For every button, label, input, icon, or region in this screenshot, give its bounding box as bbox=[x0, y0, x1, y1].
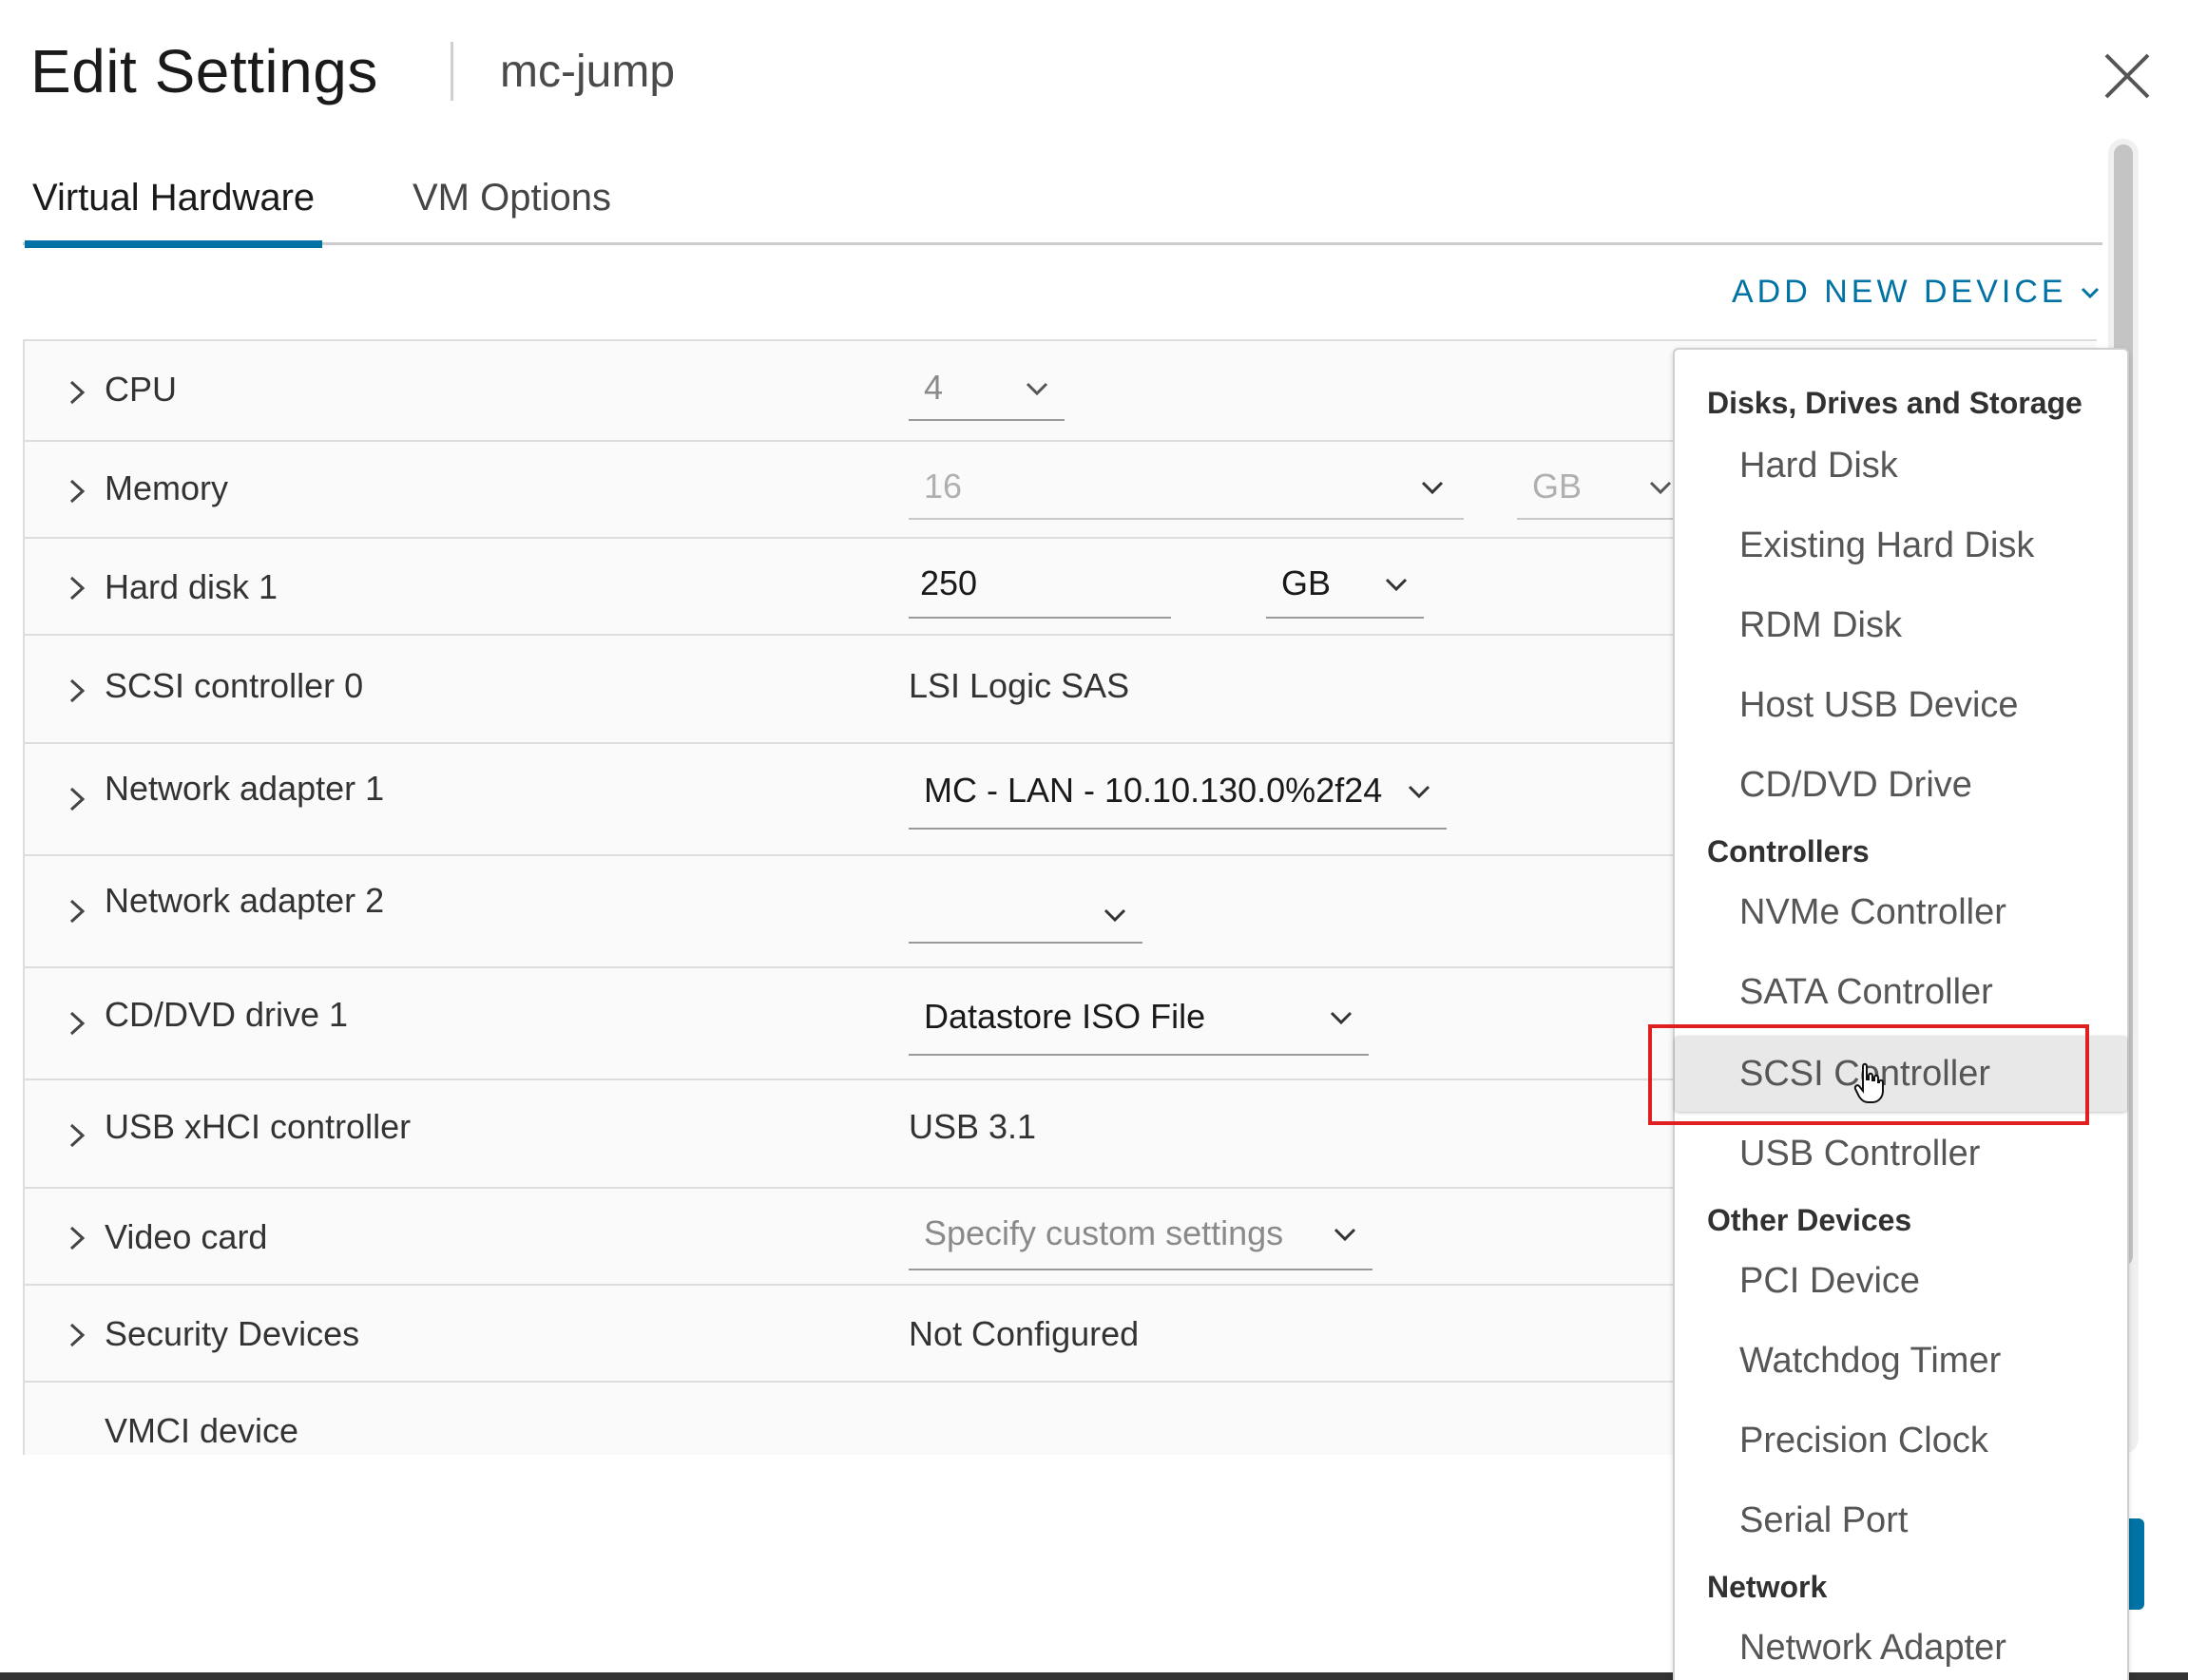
chevron-down-icon bbox=[1408, 785, 1430, 799]
video-card-label: Video card bbox=[105, 1217, 268, 1256]
security-devices-label: Security Devices bbox=[105, 1314, 360, 1353]
scsi-controller-label: SCSI controller 0 bbox=[105, 666, 364, 705]
chevron-right-icon[interactable] bbox=[67, 1225, 87, 1251]
cd-dvd-drive-label: CD/DVD drive 1 bbox=[105, 995, 349, 1034]
add-new-device-label: ADD NEW DEVICE bbox=[1732, 274, 2067, 310]
chevron-right-icon[interactable] bbox=[67, 1322, 87, 1348]
title-divider bbox=[451, 42, 453, 101]
menu-group-controllers: Controllers bbox=[1707, 834, 1870, 869]
add-device-menu: Disks, Drives and Storage Hard Disk Exis… bbox=[1673, 348, 2129, 1680]
hard-disk-unit-select[interactable]: GB bbox=[1266, 563, 1424, 619]
menu-item-cd-dvd-drive[interactable]: CD/DVD Drive bbox=[1675, 747, 2127, 823]
usb-controller-version: USB 3.1 bbox=[909, 1107, 1037, 1146]
chevron-down-icon bbox=[1330, 1011, 1353, 1025]
memory-label: Memory bbox=[105, 468, 229, 507]
menu-item-watchdog-timer[interactable]: Watchdog Timer bbox=[1675, 1323, 2127, 1399]
menu-group-network: Network bbox=[1707, 1570, 1828, 1604]
hard-disk-size-value: 250 bbox=[920, 563, 978, 602]
add-new-device-button[interactable]: ADD NEW DEVICE bbox=[1732, 274, 2100, 311]
chevron-down-icon bbox=[1334, 1228, 1356, 1242]
video-card-value: Specify custom settings bbox=[924, 1213, 1284, 1252]
hard-disk-unit: GB bbox=[1281, 563, 1332, 602]
cpu-value: 4 bbox=[924, 368, 944, 407]
menu-item-rdm-disk[interactable]: RDM Disk bbox=[1675, 587, 2127, 663]
video-card-select[interactable]: Specify custom settings bbox=[909, 1213, 1372, 1270]
cd-dvd-drive-value: Datastore ISO File bbox=[924, 997, 1206, 1036]
menu-item-pci-device[interactable]: PCI Device bbox=[1675, 1243, 2127, 1319]
memory-select[interactable]: 16 bbox=[909, 467, 1464, 520]
scsi-controller-type: LSI Logic SAS bbox=[909, 666, 1130, 705]
security-devices-status: Not Configured bbox=[909, 1314, 1140, 1353]
menu-item-existing-hard-disk[interactable]: Existing Hard Disk bbox=[1675, 507, 2127, 583]
menu-item-nvme-controller[interactable]: NVMe Controller bbox=[1675, 874, 2127, 950]
network-adapter-1-value: MC - LAN - 10.10.130.0%2f24 bbox=[924, 771, 1383, 810]
chevron-right-icon[interactable] bbox=[67, 678, 87, 704]
menu-group-storage: Disks, Drives and Storage bbox=[1707, 386, 2082, 420]
tab-vm-options[interactable]: VM Options bbox=[413, 171, 611, 245]
chevron-right-icon[interactable] bbox=[67, 1122, 87, 1149]
vm-name: mc-jump bbox=[500, 47, 676, 97]
chevron-right-icon[interactable] bbox=[67, 1010, 87, 1037]
memory-value: 16 bbox=[924, 467, 963, 506]
tab-virtual-hardware[interactable]: Virtual Hardware bbox=[24, 171, 323, 248]
menu-item-host-usb-device[interactable]: Host USB Device bbox=[1675, 667, 2127, 743]
hard-disk-label: Hard disk 1 bbox=[105, 567, 278, 606]
chevron-down-icon bbox=[1104, 908, 1126, 923]
hard-disk-size-input[interactable]: 250 bbox=[909, 563, 1171, 619]
chevron-right-icon[interactable] bbox=[67, 478, 87, 505]
chevron-right-icon[interactable] bbox=[67, 786, 87, 812]
vmci-device-label: VMCI device bbox=[105, 1411, 299, 1450]
chevron-down-icon bbox=[1026, 382, 1048, 396]
network-adapter-1-label: Network adapter 1 bbox=[105, 769, 385, 808]
network-adapter-1-select[interactable]: MC - LAN - 10.10.130.0%2f24 bbox=[909, 771, 1447, 830]
chevron-right-icon[interactable] bbox=[67, 379, 87, 406]
usb-controller-label: USB xHCI controller bbox=[105, 1107, 412, 1146]
network-adapter-2-select[interactable] bbox=[909, 885, 1142, 944]
chevron-right-icon[interactable] bbox=[67, 575, 87, 601]
chevron-down-icon bbox=[1421, 481, 1444, 495]
menu-item-precision-clock[interactable]: Precision Clock bbox=[1675, 1403, 2127, 1479]
cpu-label: CPU bbox=[105, 370, 178, 409]
dialog-title: Edit Settings bbox=[30, 37, 378, 105]
menu-item-serial-port[interactable]: Serial Port bbox=[1675, 1482, 2127, 1558]
cd-dvd-drive-select[interactable]: Datastore ISO File bbox=[909, 997, 1369, 1056]
chevron-down-icon bbox=[1649, 481, 1672, 495]
menu-item-network-adapter[interactable]: Network Adapter bbox=[1675, 1610, 2127, 1680]
chevron-right-icon[interactable] bbox=[67, 898, 87, 925]
menu-item-usb-controller[interactable]: USB Controller bbox=[1675, 1116, 2127, 1192]
menu-item-hard-disk[interactable]: Hard Disk bbox=[1675, 428, 2127, 504]
menu-group-other-devices: Other Devices bbox=[1707, 1203, 1912, 1237]
memory-unit-select[interactable]: GB bbox=[1517, 467, 1688, 520]
memory-unit: GB bbox=[1532, 467, 1583, 506]
cpu-select[interactable]: 4 bbox=[909, 368, 1065, 421]
menu-item-scsi-controller[interactable]: SCSI Controller bbox=[1675, 1036, 2127, 1112]
chevron-down-icon bbox=[1385, 578, 1408, 592]
network-adapter-2-label: Network adapter 2 bbox=[105, 881, 385, 920]
menu-item-sata-controller[interactable]: SATA Controller bbox=[1675, 954, 2127, 1030]
chevron-down-icon bbox=[2081, 287, 2099, 298]
close-icon[interactable] bbox=[2101, 49, 2154, 103]
tab-bar: Virtual Hardware VM Options bbox=[23, 171, 2102, 248]
